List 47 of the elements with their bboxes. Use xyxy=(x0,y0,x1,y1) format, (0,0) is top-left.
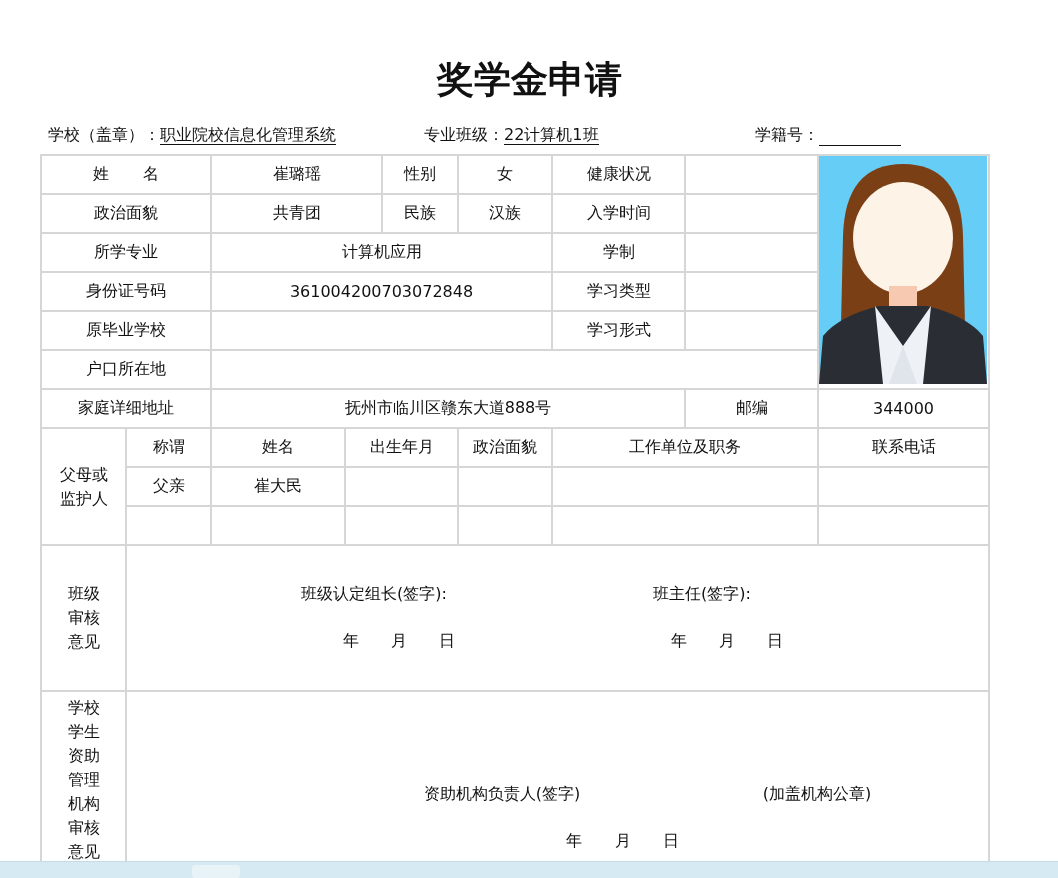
signature-label: 资助机构负责人(签字) xyxy=(423,784,581,805)
info-label: 学籍号： xyxy=(755,124,819,144)
field-label: 姓 名 xyxy=(93,164,159,183)
field-label: 性别 xyxy=(404,164,436,183)
field-label: 政治面貌 xyxy=(94,203,158,222)
table-cell: 崔大民 xyxy=(254,476,302,495)
info-value: 22计算机1班 xyxy=(504,124,599,145)
field-label: 民族 xyxy=(404,203,436,222)
signature-label: 班主任(签字): xyxy=(653,584,751,605)
table-cell: 父亲 xyxy=(152,476,185,495)
field-label: 健康状况 xyxy=(586,164,651,183)
signature-label: 班级认定组长(签字): xyxy=(301,584,447,605)
info-value: 职业院校信息化管理系统 xyxy=(160,124,336,145)
column-header: 称谓 xyxy=(152,437,185,456)
field-value: 361004200703072848 xyxy=(289,282,474,301)
field-label: 入学时间 xyxy=(586,203,651,222)
field-value: 汉族 xyxy=(489,203,521,222)
info-label: 专业班级： xyxy=(424,124,504,144)
field-value: 抚州市临川区赣东大道888号 xyxy=(344,398,552,417)
date-line: 年 月 日 xyxy=(670,631,784,652)
section-label: 父母或监护人 xyxy=(58,463,109,510)
field-label: 学习形式 xyxy=(586,320,651,339)
field-value: 计算机应用 xyxy=(341,242,422,261)
date-line: 年 月 日 xyxy=(342,631,456,652)
column-header: 政治面貌 xyxy=(473,437,537,456)
field-label: 学习类型 xyxy=(586,281,651,300)
page-title: 奖学金申请 xyxy=(435,57,623,103)
column-header: 工作单位及职务 xyxy=(629,437,741,456)
field-label: 家庭详细地址 xyxy=(78,398,174,417)
field-label: 身份证号码 xyxy=(86,281,166,300)
column-header: 出生年月 xyxy=(369,437,434,456)
signature-label: (加盖机构公章) xyxy=(762,784,872,805)
column-header: 联系电话 xyxy=(871,437,936,456)
section-label: 班级审核意见 xyxy=(66,583,101,653)
field-value: 共青团 xyxy=(272,203,321,222)
section-label: 学校学生资助管理机构审核意见 xyxy=(66,697,101,863)
field-label: 户口所在地 xyxy=(86,359,166,378)
column-header: 姓名 xyxy=(262,437,294,456)
field-label: 学制 xyxy=(602,242,635,261)
date-line: 年 月 日 xyxy=(565,830,680,852)
info-label: 学校（盖章）： xyxy=(48,124,160,144)
field-label: 原毕业学校 xyxy=(86,320,166,339)
field-value: 崔璐瑶 xyxy=(272,164,321,183)
field-value: 女 xyxy=(497,164,513,183)
field-label: 所学专业 xyxy=(94,242,158,261)
field-value: 344000 xyxy=(872,399,935,418)
field-label: 邮编 xyxy=(735,398,768,417)
